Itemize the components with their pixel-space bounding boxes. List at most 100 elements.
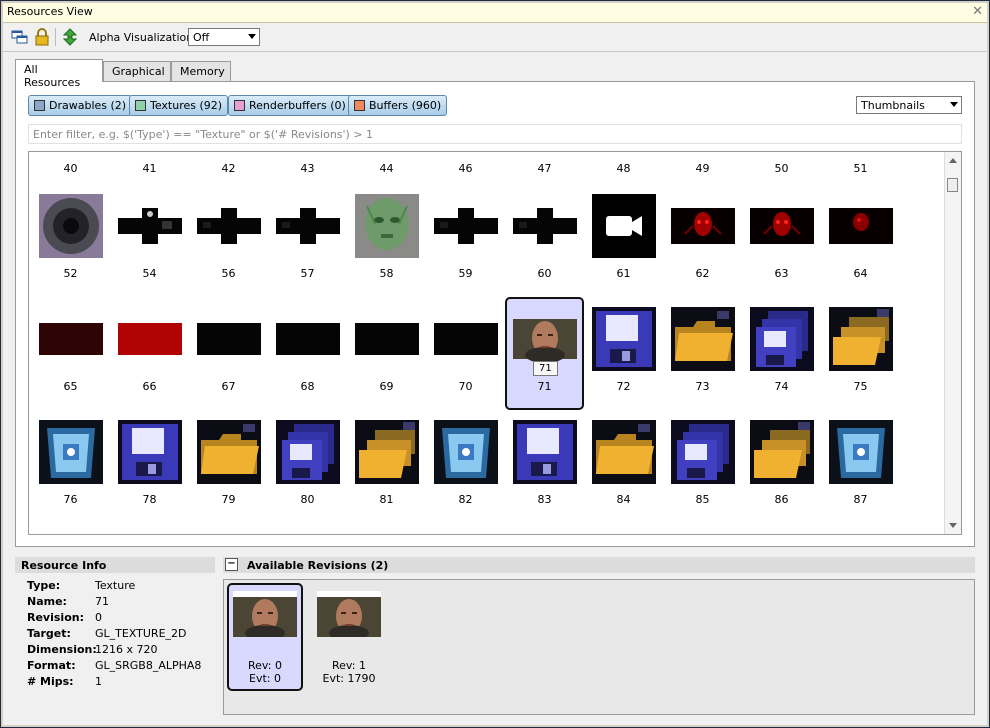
window-title: Resources View: [7, 5, 93, 18]
resource-thumbnail[interactable]: 78: [110, 410, 189, 523]
eye-thumbnail-image: [39, 194, 103, 258]
close-icon[interactable]: ✕: [972, 4, 983, 19]
tab-graphical[interactable]: Graphical: [103, 61, 171, 81]
refresh-arrows-icon[interactable]: [61, 28, 79, 46]
black-bar-thumbnail-image: [276, 307, 340, 371]
resource-thumbnail[interactable]: 71 71: [505, 297, 584, 410]
resource-thumbnail[interactable]: 63: [742, 184, 821, 297]
resource-label: 81: [379, 493, 394, 506]
info-key: # Mips:: [27, 675, 74, 688]
resource-thumbnail[interactable]: 56: [189, 184, 268, 297]
resource-thumbnail[interactable]: 76: [31, 410, 110, 523]
black-bar-thumbnail-image: [434, 307, 498, 371]
floppies-thumbnail-image: [276, 420, 340, 484]
resource-thumbnail[interactable]: 69: [347, 297, 426, 410]
info-value: Texture: [95, 579, 136, 592]
resource-thumbnail[interactable]: 67: [189, 297, 268, 410]
revision-event: Evt: 1790: [322, 672, 376, 685]
windows-icon[interactable]: [11, 28, 29, 46]
column-header: 48: [616, 162, 631, 175]
resource-thumbnail[interactable]: 86: [742, 410, 821, 523]
resource-thumbnail[interactable]: 62: [663, 184, 742, 297]
bin-thumbnail-image: [39, 420, 103, 484]
renderbuffers-filter-button[interactable]: Renderbuffers (0): [228, 95, 352, 116]
filter-input[interactable]: [29, 125, 961, 143]
scroll-up-icon[interactable]: [949, 158, 957, 163]
resource-thumbnail[interactable]: 85: [663, 410, 742, 523]
resource-label: 70: [458, 380, 473, 393]
tab-memory[interactable]: Memory: [171, 61, 231, 81]
column-header: 47: [537, 162, 552, 175]
resource-thumbnail[interactable]: 83: [505, 410, 584, 523]
info-value: GL_SRGB8_ALPHA8: [95, 659, 202, 672]
revision-item[interactable]: Rev: 0 Evt: 0: [227, 583, 303, 691]
resource-thumbnail[interactable]: 59: [426, 184, 505, 297]
floppy-thumbnail-image: [118, 420, 182, 484]
main-area: All Resources Graphical Memory Drawables…: [3, 52, 987, 725]
revisions-list: Rev: 0 Evt: 0 Rev: 1 Evt: 1790: [223, 579, 975, 715]
resource-thumbnail[interactable]: 87: [821, 410, 900, 523]
red-face-thumbnail-image: [671, 194, 735, 258]
lock-icon[interactable]: [33, 28, 51, 46]
floppy-thumbnail-image: [513, 420, 577, 484]
info-key: Revision:: [27, 611, 84, 624]
buffers-filter-button[interactable]: Buffers (960): [348, 95, 448, 116]
resource-thumbnail[interactable]: 68: [268, 297, 347, 410]
resource-thumbnail[interactable]: 60: [505, 184, 584, 297]
textures-filter-button[interactable]: Textures (92): [129, 95, 229, 116]
resource-label: 71: [537, 380, 552, 393]
scroll-down-icon[interactable]: [949, 523, 957, 528]
drawables-filter-button[interactable]: Drawables (2): [28, 95, 133, 116]
resource-thumbnail[interactable]: 79: [189, 410, 268, 523]
resource-label: 72: [616, 380, 631, 393]
resource-thumbnail[interactable]: 52: [31, 184, 110, 297]
folder-thumbnail-image: [197, 420, 261, 484]
resource-thumbnail[interactable]: 65: [31, 297, 110, 410]
resource-label: 87: [853, 493, 868, 506]
vertical-scrollbar[interactable]: [944, 152, 961, 534]
column-header: 44: [379, 162, 394, 175]
column-header: 46: [458, 162, 473, 175]
resource-label: 61: [616, 267, 631, 280]
alpha-visualization-select[interactable]: Off: [188, 28, 260, 46]
resource-thumbnail[interactable]: 54: [110, 184, 189, 297]
red-bar-thumbnail-image: [118, 307, 182, 371]
resource-thumbnail[interactable]: 70: [426, 297, 505, 410]
resource-thumbnail[interactable]: 57: [268, 184, 347, 297]
resource-thumbnail[interactable]: 64: [821, 184, 900, 297]
column-header: 41: [142, 162, 157, 175]
floppy-thumbnail-image: [592, 307, 656, 371]
resource-thumbnail[interactable]: 66: [110, 297, 189, 410]
column-header: 49: [695, 162, 710, 175]
resource-thumbnail[interactable]: 73: [663, 297, 742, 410]
info-row: Format: GL_SRGB8_ALPHA8: [27, 659, 201, 672]
tab-all-resources[interactable]: All Resources: [15, 59, 103, 89]
view-mode-select[interactable]: Thumbnails: [856, 96, 962, 114]
resource-label: 83: [537, 493, 552, 506]
resource-label: 75: [853, 380, 868, 393]
folders-thumbnail-image: [750, 420, 814, 484]
resource-thumbnail[interactable]: 72: [584, 297, 663, 410]
revision-event: Evt: 0: [249, 672, 281, 685]
revision-item[interactable]: Rev: 1 Evt: 1790: [311, 583, 387, 691]
column-header: 50: [774, 162, 789, 175]
resource-label: 79: [221, 493, 236, 506]
resource-thumbnail[interactable]: 82: [426, 410, 505, 523]
resource-thumbnail[interactable]: 80: [268, 410, 347, 523]
face-thumbnail-image: [317, 591, 381, 641]
drawables-swatch: [34, 100, 45, 111]
info-key: Type:: [27, 579, 61, 592]
scroll-thumb[interactable]: [947, 178, 958, 192]
info-key: Dimension:: [27, 643, 97, 656]
resource-thumbnail[interactable]: 81: [347, 410, 426, 523]
resource-label: 73: [695, 380, 710, 393]
resource-thumbnail[interactable]: 61: [584, 184, 663, 297]
tooltip: 71: [533, 361, 558, 376]
chevron-down-icon: [950, 102, 958, 107]
resource-label: 65: [63, 380, 78, 393]
resource-thumbnail[interactable]: 75: [821, 297, 900, 410]
resource-thumbnail[interactable]: 84: [584, 410, 663, 523]
collapse-icon[interactable]: −: [225, 558, 238, 571]
resource-thumbnail[interactable]: 58: [347, 184, 426, 297]
resource-thumbnail[interactable]: 74: [742, 297, 821, 410]
